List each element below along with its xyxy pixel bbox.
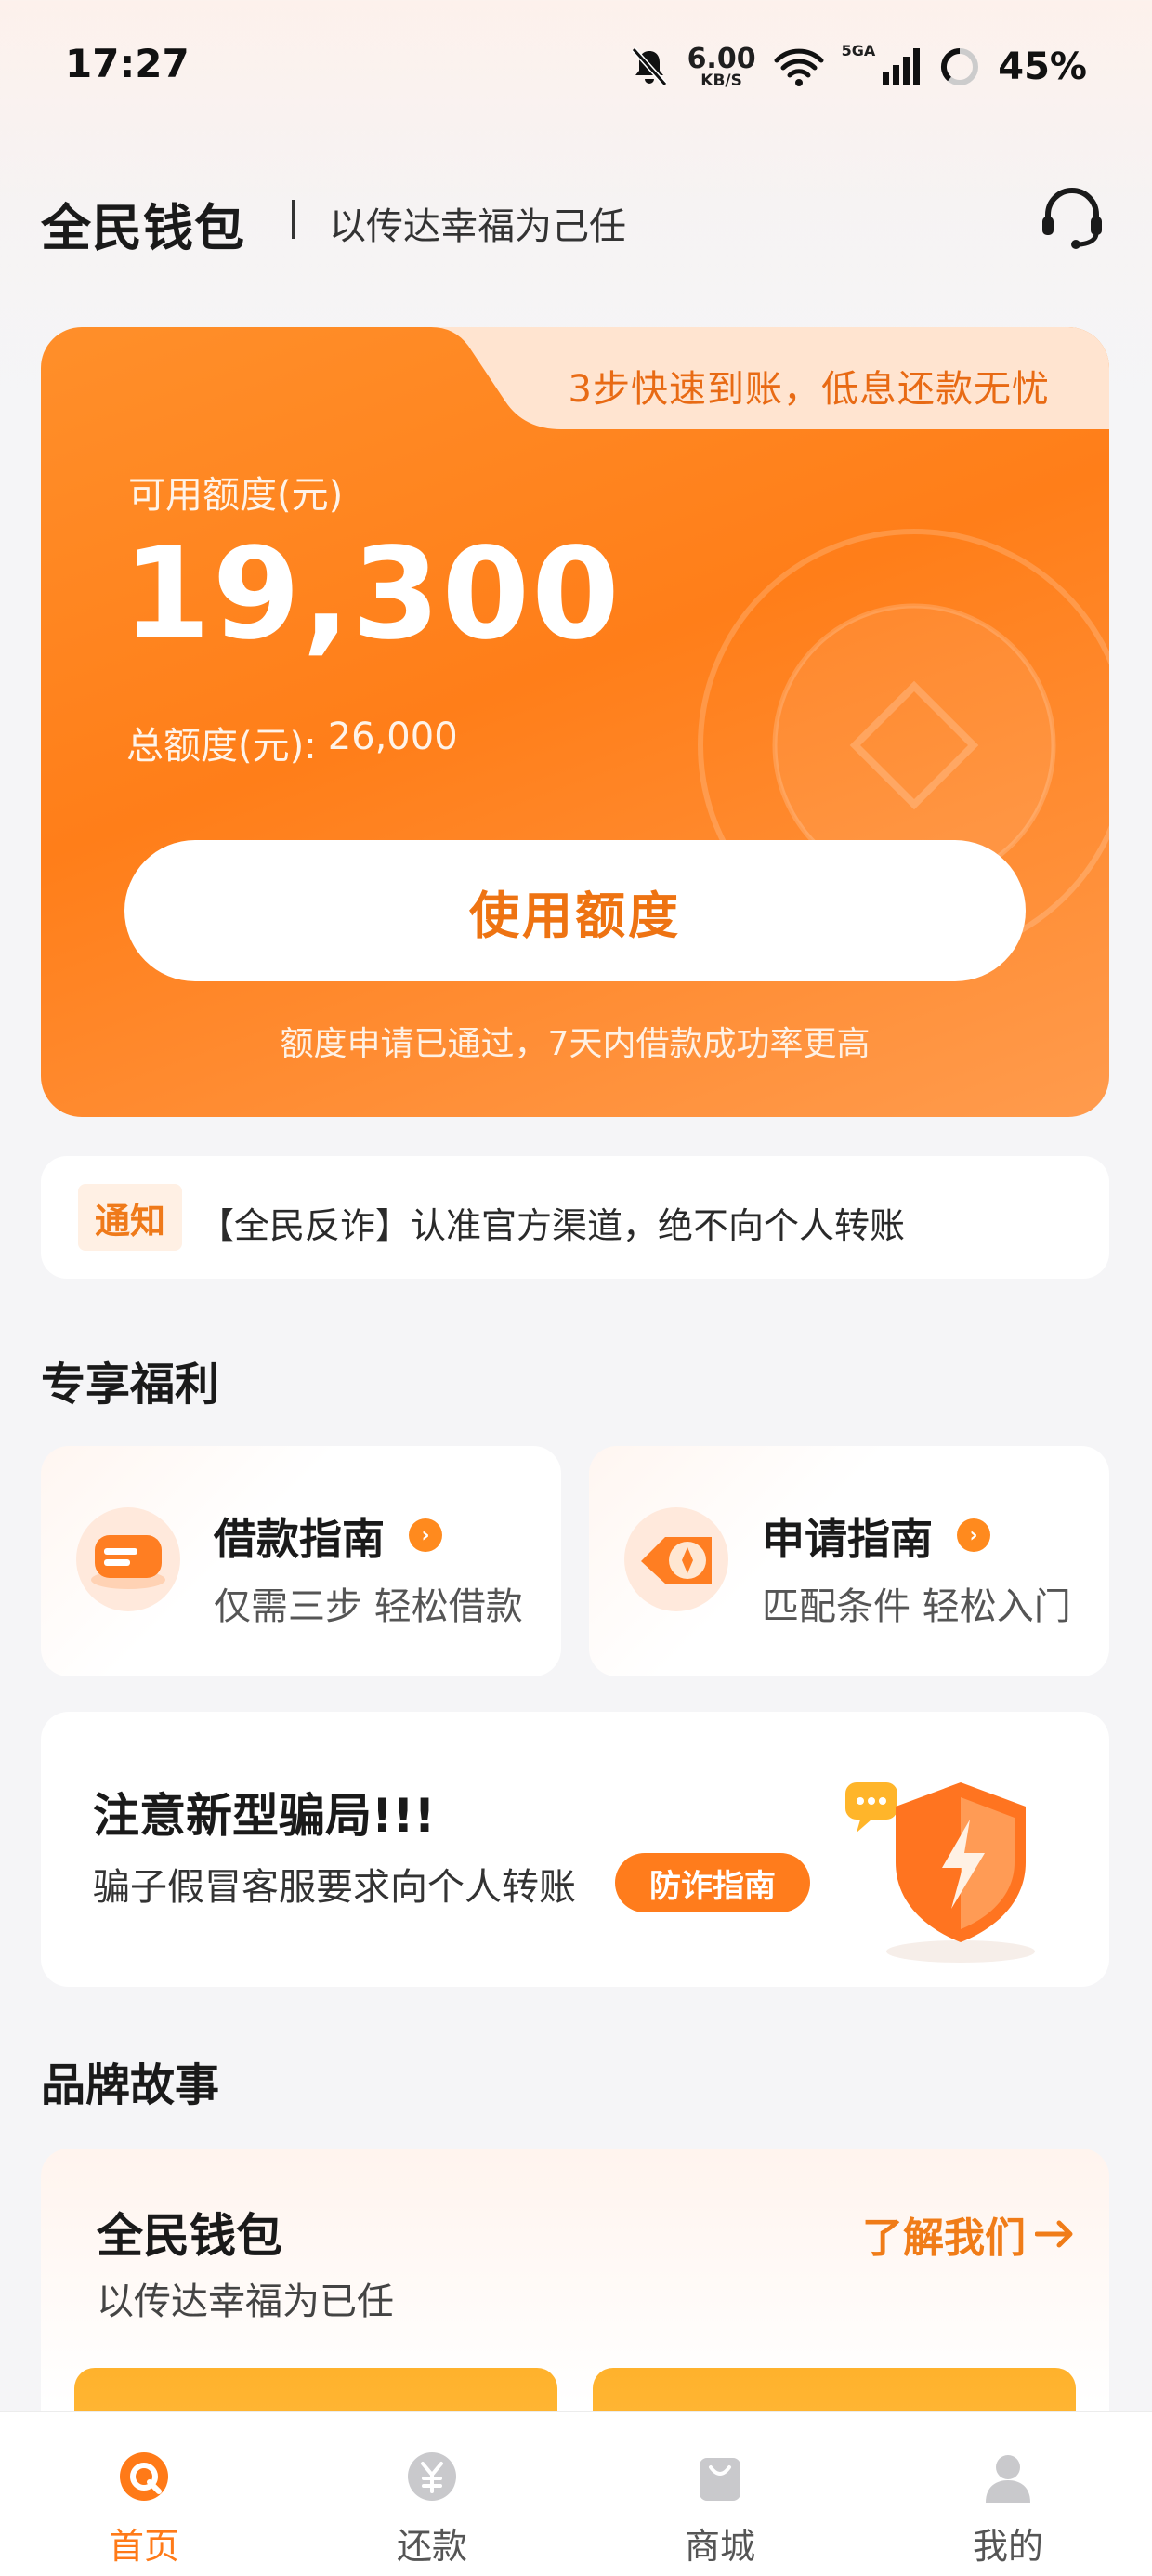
nav-item-home[interactable]: 首页 [0, 2412, 288, 2576]
benefit-title: 借款指南 [214, 1514, 385, 1564]
app-header: 全民钱包 以传达幸福为己任 [41, 181, 1109, 257]
signal-bars-icon [883, 48, 921, 85]
benefit-subtitle: 仅需三步 轻松借款 [214, 1585, 523, 1628]
benefit-title: 申请指南 [762, 1514, 933, 1564]
anti-fraud-guide-button[interactable]: 防诈指南 [615, 1853, 810, 1912]
repay-icon [408, 2452, 456, 2501]
total-credit-amount: 26,000 [327, 716, 458, 758]
status-time: 17:27 [65, 41, 190, 86]
about-us-label: 了解我们 [862, 2215, 1026, 2262]
net-speed-value: 6.00 [687, 42, 756, 75]
fraud-alert-subtitle: 骗子假冒客服要求向个人转账 [93, 1866, 576, 1909]
about-us-link[interactable]: 了解我们 [862, 2204, 1076, 2264]
apply-guide-icon [624, 1507, 728, 1611]
total-credit: 总额度(元): 26,000 [126, 716, 458, 769]
notice-text: 【全民反诈】认准官方渠道，绝不向个人转账 [199, 1205, 906, 1246]
signal-type: 5GA [841, 41, 876, 59]
headset-icon[interactable] [1035, 181, 1109, 256]
brand-divider [292, 200, 295, 239]
benefit-subtitle: 匹配条件 轻松入门 [762, 1585, 1071, 1628]
status-icons: 6.00 KB/S 5GA 45% [628, 39, 1087, 95]
fraud-alert-card[interactable]: 注意新型骗局!!! 骗子假冒客服要求向个人转账 防诈指南 [41, 1712, 1109, 1987]
status-bar: 17:27 6.00 KB/S 5GA 45% [0, 0, 1152, 130]
battery-ring-icon [941, 47, 979, 85]
brand-story-title: 全民钱包 [97, 2209, 282, 2263]
home-icon [120, 2452, 168, 2501]
total-credit-label: 总额度(元): [126, 725, 317, 768]
profile-icon [986, 2455, 1030, 2503]
chevron-right-icon: › [957, 1518, 990, 1552]
brand-slogan: 以传达幸福为己任 [329, 205, 626, 248]
nav-item-repay[interactable]: 还款 [288, 2412, 576, 2576]
bottom-nav: 首页 还款 商城 我的 [0, 2411, 1152, 2576]
available-credit-label: 可用额度(元) [128, 474, 344, 517]
benefits-section-title: 专享福利 [41, 1359, 220, 1411]
credit-tip: 额度申请已通过，7天内借款成功率更高 [280, 1025, 871, 1063]
brand-title: 全民钱包 [41, 199, 245, 257]
chevron-right-icon: › [409, 1518, 442, 1552]
shield-lightning-icon [845, 1782, 1035, 1963]
nav-item-shop[interactable]: 商城 [576, 2412, 864, 2576]
nav-label: 还款 [396, 2526, 467, 2567]
arrow-right-icon [1035, 2220, 1073, 2248]
benefit-card-loan-guide[interactable]: 借款指南 › 仅需三步 轻松借款 [41, 1446, 561, 1676]
brand-story-section-title: 品牌故事 [41, 2059, 220, 2111]
wifi-icon [774, 48, 824, 86]
nav-item-profile[interactable]: 我的 [864, 2412, 1152, 2576]
battery-level: 45% [998, 46, 1087, 88]
shop-bag-icon [700, 2458, 740, 2501]
nav-label: 首页 [108, 2526, 179, 2567]
fraud-alert-title: 注意新型骗局!!! [93, 1789, 436, 1843]
benefit-card-apply-guide[interactable]: 申请指南 › 匹配条件 轻松入门 [589, 1446, 1109, 1676]
available-credit-amount: 19,300 [123, 521, 622, 668]
nav-label: 商城 [684, 2526, 755, 2567]
use-credit-button[interactable]: 使用额度 [124, 840, 1026, 981]
credit-card: 3步快速到账，低息还款无忧 可用额度(元) 19,300 总额度(元): 26,… [41, 327, 1109, 1117]
brand-story-subtitle: 以传达幸福为已任 [97, 2280, 394, 2323]
mute-bell-icon [631, 46, 667, 87]
card-banner: 3步快速到账，低息还款无忧 [568, 368, 1050, 411]
net-speed-unit: KB/S [700, 71, 742, 90]
net-speed: 6.00 KB/S [687, 42, 756, 90]
nav-label: 我的 [972, 2526, 1043, 2567]
notice-bar[interactable]: 通知 【全民反诈】认准官方渠道，绝不向个人转账 [41, 1156, 1109, 1279]
notice-badge: 通知 [78, 1184, 182, 1251]
loan-guide-icon [76, 1507, 180, 1611]
